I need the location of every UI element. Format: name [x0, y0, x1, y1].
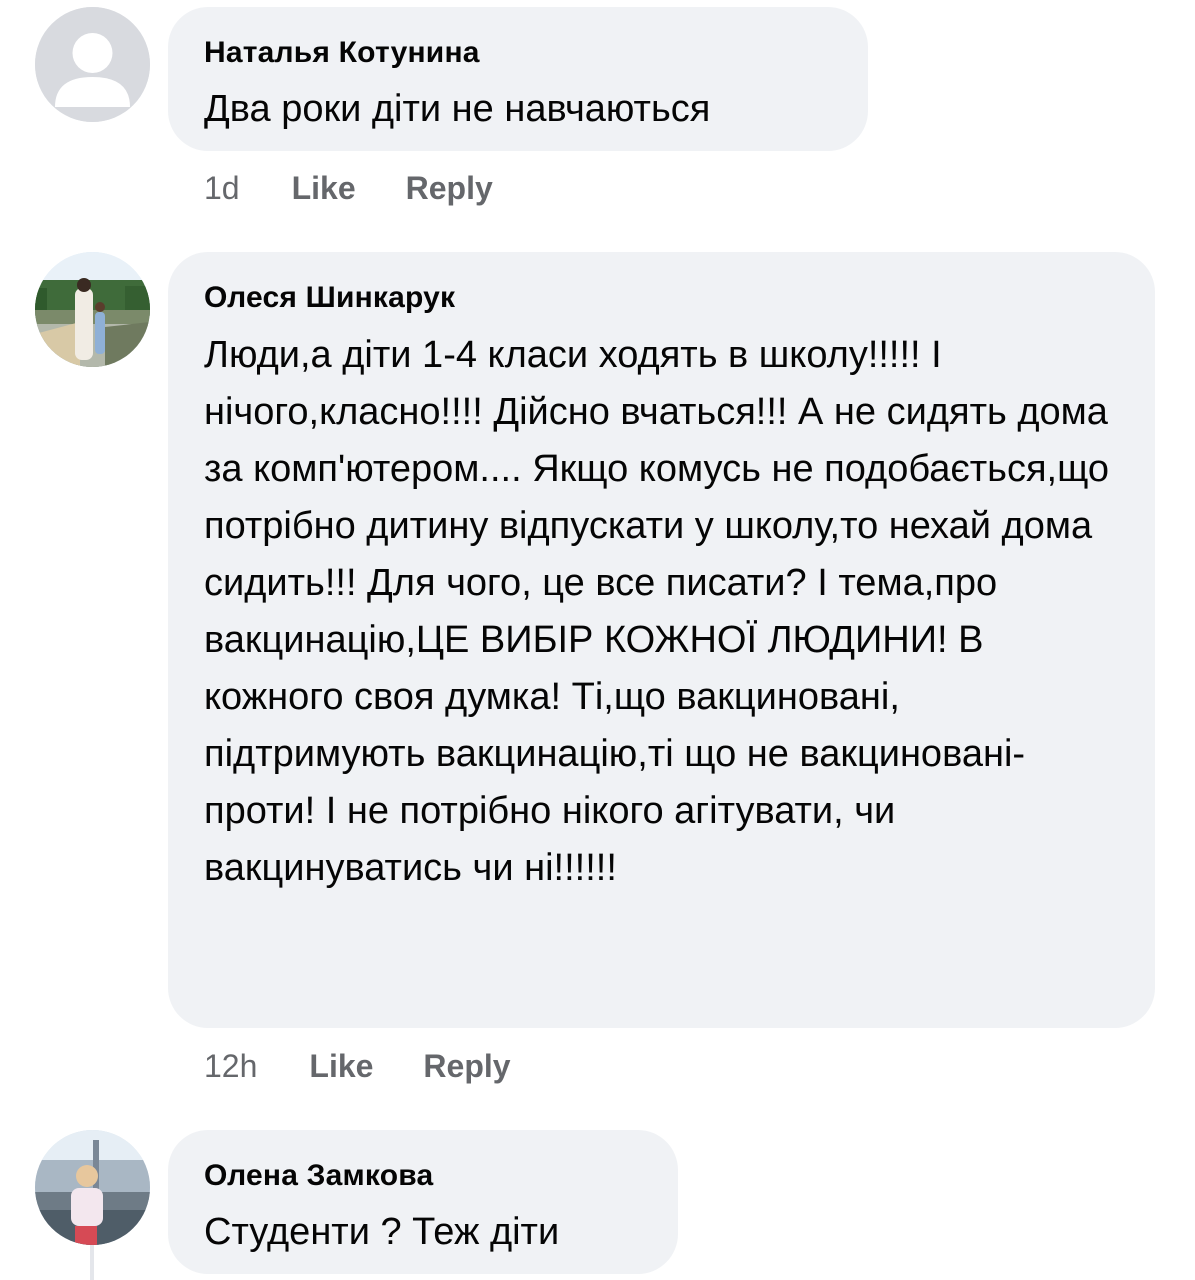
thread-line: [90, 1245, 94, 1280]
comment-bubble[interactable]: Олена Замкова Студенти ? Теж діти: [168, 1130, 678, 1274]
avatar[interactable]: [35, 1130, 150, 1245]
comment-author[interactable]: Олена Замкова: [204, 1158, 642, 1194]
comment-actions: 1d Like Reply: [204, 168, 543, 208]
profile-photo: [35, 252, 150, 367]
profile-photo: [35, 1130, 150, 1245]
default-avatar-icon: [35, 7, 150, 122]
comment-bubble[interactable]: Олеся Шинкарук Люди,а діти 1-4 класи ход…: [168, 252, 1155, 1028]
comment-text: Два роки діти не навчаються: [204, 88, 711, 130]
comment-text: Люди,а діти 1-4 класи ходять в школу!!!!…: [204, 334, 1120, 889]
comment-text: Студенти ? Теж діти: [204, 1211, 560, 1253]
comment-time[interactable]: 1d: [204, 168, 240, 208]
comment-actions: 12h Like Reply: [204, 1046, 561, 1086]
comment-bubble[interactable]: Наталья Котунина Два роки діти не навчаю…: [168, 7, 868, 151]
comment-author[interactable]: Наталья Котунина: [204, 35, 832, 71]
avatar[interactable]: [35, 252, 150, 367]
comment-author[interactable]: Олеся Шинкарук: [204, 280, 1119, 316]
reply-button[interactable]: Reply: [423, 1046, 510, 1086]
like-button[interactable]: Like: [292, 168, 356, 208]
like-button[interactable]: Like: [309, 1046, 373, 1086]
comment-time[interactable]: 12h: [204, 1046, 257, 1086]
reply-button[interactable]: Reply: [406, 168, 493, 208]
avatar[interactable]: [35, 7, 150, 122]
